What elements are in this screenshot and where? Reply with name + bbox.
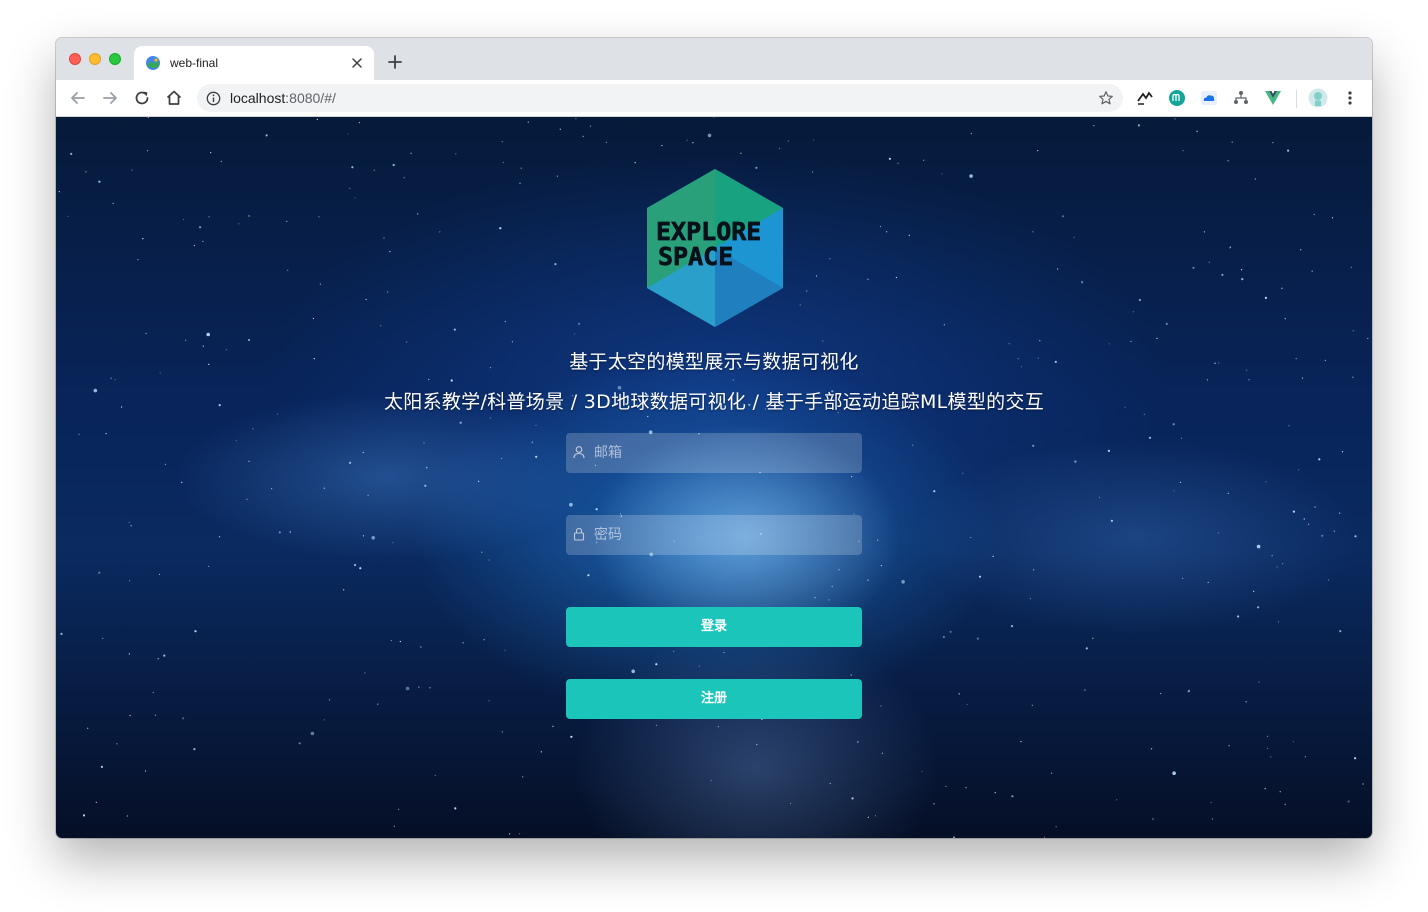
- address-bar[interactable]: localhost:8080/#/: [197, 84, 1123, 112]
- explore-space-logo: EXPLORE SPACE: [647, 169, 783, 327]
- email-field[interactable]: [566, 433, 862, 473]
- url-host: localhost: [230, 90, 286, 106]
- register-button[interactable]: 注册: [566, 679, 862, 719]
- tab-title: web-final: [170, 56, 219, 70]
- info-icon[interactable]: [206, 91, 221, 106]
- close-window-button[interactable]: [69, 53, 81, 65]
- reload-icon[interactable]: [132, 88, 152, 108]
- extension-icon[interactable]: [1264, 89, 1282, 107]
- tab-web-final[interactable]: web-final: [134, 46, 374, 80]
- minimize-window-button[interactable]: [89, 53, 101, 65]
- plus-icon[interactable]: [386, 53, 404, 71]
- back-icon[interactable]: [68, 88, 88, 108]
- email-input[interactable]: [594, 433, 854, 473]
- extension-icon[interactable]: [1168, 89, 1186, 107]
- star-icon[interactable]: [1098, 90, 1114, 106]
- user-icon: [573, 446, 585, 459]
- url-path: :8080/#/: [285, 90, 336, 106]
- logo-text-space: SPACE: [658, 242, 733, 271]
- home-icon[interactable]: [164, 88, 184, 108]
- browser-toolbar: localhost:8080/#/: [56, 80, 1372, 117]
- extension-icon[interactable]: [1200, 89, 1218, 107]
- url-text: localhost:8080/#/: [230, 90, 336, 106]
- page-subtitle: 基于太空的模型展示与数据可视化: [569, 351, 859, 373]
- tab-strip: web-final: [56, 38, 1372, 80]
- login-button[interactable]: 登录: [566, 607, 862, 647]
- favicon-icon: [146, 56, 160, 70]
- menu-icon[interactable]: [1341, 89, 1359, 107]
- profile-icon[interactable]: [1308, 88, 1328, 108]
- maximize-window-button[interactable]: [109, 53, 121, 65]
- password-field[interactable]: [566, 515, 862, 555]
- feature-description: 太阳系教学/科普场景 / 3D地球数据可视化 / 基于手部运动追踪ML模型的交互: [383, 391, 1045, 413]
- forward-icon[interactable]: [100, 88, 120, 108]
- password-input[interactable]: [594, 515, 854, 555]
- browser-window: web-final localhost:8080/#/ EXPLORE SPAC…: [56, 38, 1372, 838]
- page-viewport: EXPLORE SPACE 基于太空的模型展示与数据可视化 太阳系教学/科普场景…: [56, 117, 1372, 838]
- close-icon[interactable]: [348, 54, 366, 72]
- toolbar-divider: [1296, 90, 1297, 108]
- lock-icon: [573, 527, 585, 541]
- login-page: EXPLORE SPACE 基于太空的模型展示与数据可视化 太阳系教学/科普场景…: [56, 117, 1372, 838]
- extension-icon[interactable]: [1232, 89, 1250, 107]
- extension-icon[interactable]: [1136, 89, 1154, 107]
